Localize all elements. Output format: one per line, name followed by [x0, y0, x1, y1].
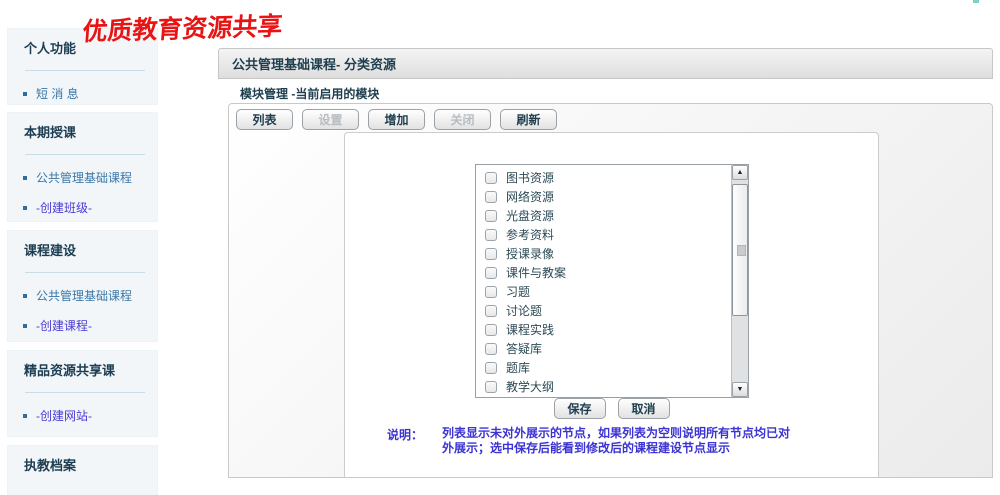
note-label: 说明：	[387, 426, 423, 443]
list-item[interactable]: 教学大纲	[476, 377, 731, 396]
sidebar-link[interactable]: 短 消 息	[36, 85, 79, 102]
sidebar-link[interactable]: -创建课程-	[36, 317, 92, 334]
item-label: 题库	[506, 359, 530, 376]
sidebar-section-current-teaching: 本期授课 公共管理基础课程 -创建班级-	[7, 112, 158, 222]
item-checkbox[interactable]	[485, 381, 497, 393]
settings-button: 设置	[302, 109, 359, 130]
list-item[interactable]: 授课录像	[476, 244, 731, 263]
item-label: 图书资源	[506, 169, 554, 186]
item-checkbox[interactable]	[485, 210, 497, 222]
item-checkbox[interactable]	[485, 191, 497, 203]
sidebar-section-title: 精品资源共享课	[8, 351, 157, 379]
list-item[interactable]: 讨论题	[476, 301, 731, 320]
item-checkbox[interactable]	[485, 343, 497, 355]
item-label: 授课录像	[506, 245, 554, 262]
sidebar-section-course-building: 课程建设 公共管理基础课程 -创建课程-	[7, 230, 158, 342]
note-text: 列表显示未对外展示的节点，如果列表为空则说明所有节点均已对 外展示；选中保存后能…	[442, 426, 802, 456]
sidebar-item-course[interactable]: 公共管理基础课程	[23, 169, 157, 186]
sidebar-link[interactable]: -创建网站-	[36, 407, 92, 424]
item-label: 习题	[506, 283, 530, 300]
list-item[interactable]: 图书资源	[476, 168, 731, 187]
item-label: 网络资源	[506, 188, 554, 205]
item-checkbox[interactable]	[485, 229, 497, 241]
sidebar-section-title: 本期授课	[8, 113, 157, 141]
item-label: 课件与教案	[506, 264, 566, 281]
item-label: 教学大纲	[506, 378, 554, 395]
item-label: 课程实践	[506, 321, 554, 338]
save-button[interactable]: 保存	[554, 398, 606, 419]
item-checkbox[interactable]	[485, 362, 497, 374]
refresh-button[interactable]: 刷新	[500, 109, 557, 130]
sidebar-item-messages[interactable]: 短 消 息	[23, 85, 157, 102]
quality-resource-banner: 优质教育资源共享	[81, 6, 284, 48]
sidebar-section-title: 课程建设	[8, 231, 157, 259]
list-item[interactable]: 参考资料	[476, 225, 731, 244]
bullet-icon	[23, 92, 27, 96]
module-manager-panel: 列表 设置 增加 关闭 刷新 图书资源 网络资源 光盘资源 参考资料 授课录像 …	[228, 103, 993, 478]
sidebar-link[interactable]: 公共管理基础课程	[36, 287, 132, 304]
item-checkbox[interactable]	[485, 248, 497, 260]
sidebar-section-shared-resources: 精品资源共享课 -创建网站-	[7, 350, 158, 437]
divider	[25, 154, 145, 155]
close-button: 关闭	[434, 109, 491, 130]
sidebar-item-create-website[interactable]: -创建网站-	[23, 407, 157, 424]
vertical-scrollbar[interactable]: ▲ ▼	[731, 165, 748, 397]
dialog-actions: 保存 取消	[345, 398, 878, 419]
bullet-icon	[23, 206, 27, 210]
list-item[interactable]: 题库	[476, 358, 731, 377]
list-item[interactable]: 习题	[476, 282, 731, 301]
list-item[interactable]: 答疑库	[476, 339, 731, 358]
scroll-down-icon[interactable]: ▼	[732, 382, 748, 397]
list-item[interactable]: 网络资源	[476, 187, 731, 206]
item-label: 参考资料	[506, 226, 554, 243]
cancel-button[interactable]: 取消	[618, 398, 670, 419]
toolbar: 列表 设置 增加 关闭 刷新	[236, 109, 566, 130]
item-checkbox[interactable]	[485, 324, 497, 336]
page-title: 公共管理基础课程- 分类资源	[219, 54, 396, 73]
sidebar-item-course[interactable]: 公共管理基础课程	[23, 287, 157, 304]
list-item[interactable]: 课程实践	[476, 320, 731, 339]
bullet-icon	[23, 176, 27, 180]
item-checkbox[interactable]	[485, 267, 497, 279]
panel-title-bar: 公共管理基础课程- 分类资源	[218, 48, 993, 79]
sidebar-section-teaching-archive: 执教档案	[7, 445, 158, 495]
sidebar-item-create-class[interactable]: -创建班级-	[23, 199, 157, 216]
list-item[interactable]: 光盘资源	[476, 206, 731, 225]
item-label: 答疑库	[506, 340, 542, 357]
scroll-up-icon[interactable]: ▲	[732, 165, 748, 180]
sidebar-section-title: 执教档案	[8, 446, 157, 474]
divider	[25, 272, 145, 273]
note-line-2: 外展示；选中保存后能看到修改后的课程建设节点显示	[442, 441, 802, 456]
divider	[25, 392, 145, 393]
bullet-icon	[23, 324, 27, 328]
bullet-icon	[23, 294, 27, 298]
module-listbox: 图书资源 网络资源 光盘资源 参考资料 授课录像 课件与教案 习题 讨论题 课程…	[475, 164, 749, 398]
note-line-1: 列表显示未对外展示的节点，如果列表为空则说明所有节点均已对	[442, 426, 802, 441]
list-item[interactable]: 课件与教案	[476, 263, 731, 282]
list-button[interactable]: 列表	[236, 109, 293, 130]
scrollbar-thumb[interactable]	[732, 184, 748, 316]
item-checkbox[interactable]	[485, 305, 497, 317]
bullet-icon	[23, 414, 27, 418]
item-checkbox[interactable]	[485, 172, 497, 184]
main-panel: 公共管理基础课程- 分类资源 模块管理 -当前启用的模块 列表 设置 增加 关闭…	[218, 48, 993, 478]
divider	[25, 70, 145, 71]
item-checkbox[interactable]	[485, 286, 497, 298]
module-dialog: 图书资源 网络资源 光盘资源 参考资料 授课录像 课件与教案 习题 讨论题 课程…	[344, 132, 879, 478]
module-list: 图书资源 网络资源 光盘资源 参考资料 授课录像 课件与教案 习题 讨论题 课程…	[476, 165, 731, 397]
sidebar-link[interactable]: 公共管理基础课程	[36, 169, 132, 186]
sidebar-item-create-course[interactable]: -创建课程-	[23, 317, 157, 334]
module-manager-label: 模块管理 -当前启用的模块	[240, 85, 993, 102]
add-button[interactable]: 增加	[368, 109, 425, 130]
screen-artifact	[973, 0, 979, 3]
thumb-grip-icon	[737, 245, 746, 256]
item-label: 光盘资源	[506, 207, 554, 224]
item-label: 讨论题	[506, 302, 542, 319]
sidebar-link[interactable]: -创建班级-	[36, 199, 92, 216]
